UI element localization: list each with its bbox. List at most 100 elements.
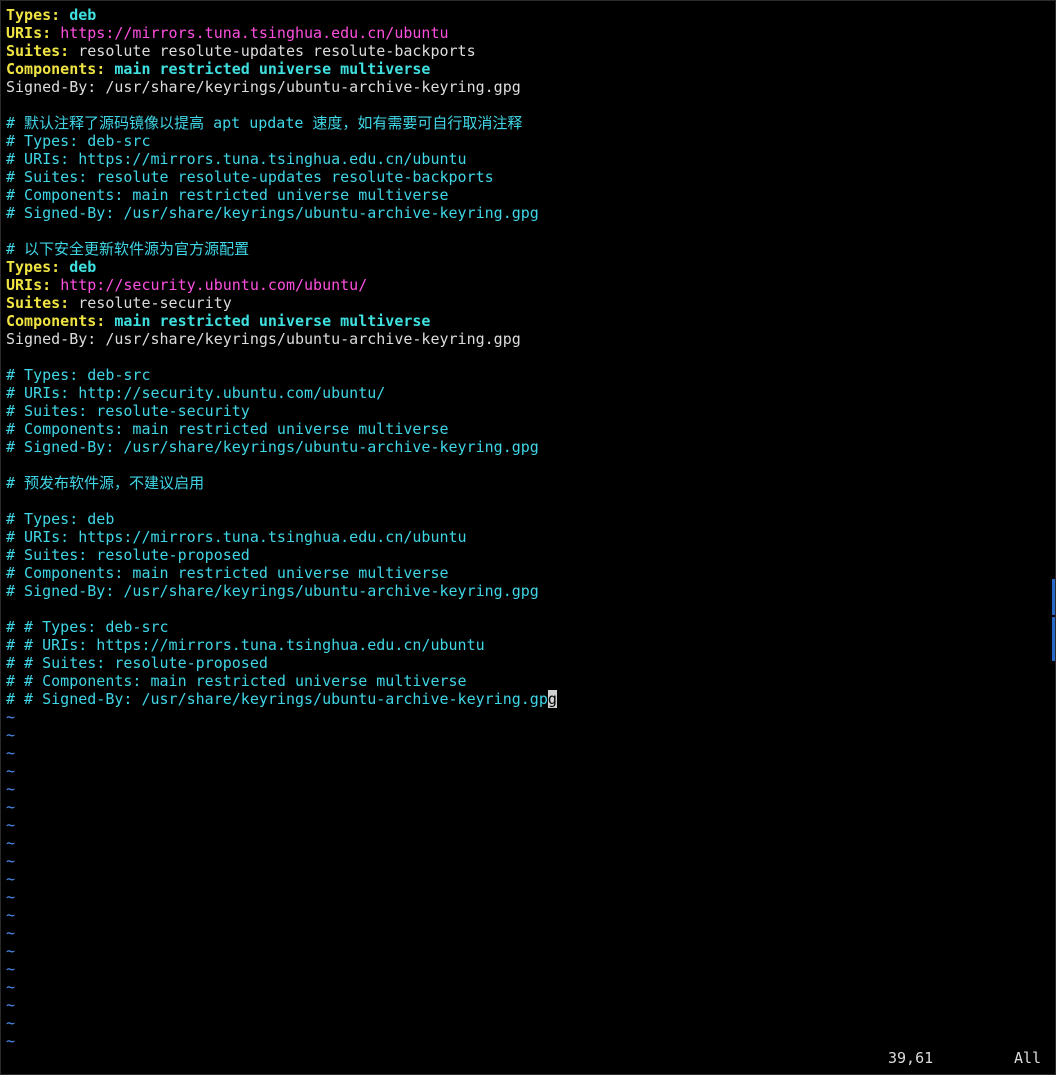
line-text: https://mirrors.tuna.tsinghua.edu.cn/ubu… xyxy=(60,24,449,42)
line-text: Types: xyxy=(6,6,61,24)
editor-line[interactable] xyxy=(6,456,1046,474)
empty-buffer-line: ~ xyxy=(6,762,1046,780)
editor-line[interactable]: # 预发布软件源，不建议启用 xyxy=(6,474,1046,492)
line-text: # # Signed-By: /usr/share/keyrings/ubunt… xyxy=(6,690,548,708)
line-text xyxy=(60,258,69,276)
line-text: # Types: deb xyxy=(6,510,115,528)
empty-buffer-line: ~ xyxy=(6,1032,1046,1046)
tilde-marker: ~ xyxy=(6,834,16,852)
line-text: # URIs: http://security.ubuntu.com/ubunt… xyxy=(6,384,386,402)
tilde-marker: ~ xyxy=(6,1014,16,1032)
line-text: URIs: xyxy=(6,276,52,294)
line-text: # URIs: https://mirrors.tuna.tsinghua.ed… xyxy=(6,150,467,168)
line-text: # # Types: deb-src xyxy=(6,618,169,636)
line-text: main restricted universe multiverse xyxy=(114,312,431,330)
line-text: # 预发布软件源，不建议启用 xyxy=(6,474,205,492)
tilde-marker: ~ xyxy=(6,852,16,870)
line-text xyxy=(105,60,114,78)
editor-line[interactable]: Components: main restricted universe mul… xyxy=(6,60,1046,78)
line-text: # # Suites: resolute-proposed xyxy=(6,654,268,672)
empty-buffer-line: ~ xyxy=(6,798,1046,816)
editor-line[interactable]: Suites: resolute resolute-updates resolu… xyxy=(6,42,1046,60)
empty-buffer-line: ~ xyxy=(6,996,1046,1014)
editor-line[interactable]: Types: deb xyxy=(6,258,1046,276)
editor-line[interactable]: # URIs: http://security.ubuntu.com/ubunt… xyxy=(6,384,1046,402)
tilde-marker: ~ xyxy=(6,798,16,816)
editor-line[interactable] xyxy=(6,348,1046,366)
line-text: # 以下安全更新软件源为官方源配置 xyxy=(6,240,250,258)
editor-line[interactable]: # Components: main restricted universe m… xyxy=(6,420,1046,438)
scroll-indicator: All xyxy=(1014,1049,1042,1067)
editor-line[interactable] xyxy=(6,96,1046,114)
tilde-marker: ~ xyxy=(6,744,16,762)
line-text: # Suites: resolute-proposed xyxy=(6,546,250,564)
editor-line[interactable]: # Suites: resolute-security xyxy=(6,402,1046,420)
editor-line[interactable]: # Signed-By: /usr/share/keyrings/ubuntu-… xyxy=(6,204,1046,222)
line-text: # Suites: resolute-security xyxy=(6,402,250,420)
empty-buffer-line: ~ xyxy=(6,852,1046,870)
tilde-marker: ~ xyxy=(6,978,16,996)
cursor-position: 39,61 xyxy=(888,1049,934,1067)
editor-line[interactable]: # # Types: deb-src xyxy=(6,618,1046,636)
editor-buffer[interactable]: Types: deb URIs: https://mirrors.tuna.tsi… xyxy=(6,6,1046,1046)
editor-line[interactable]: # Types: deb-src xyxy=(6,132,1046,150)
line-text: # Types: deb-src xyxy=(6,366,151,384)
editor-line[interactable]: # Types: deb xyxy=(6,510,1046,528)
status-line: 39,61 All xyxy=(6,1049,1046,1067)
line-text: # # URIs: https://mirrors.tuna.tsinghua.… xyxy=(6,636,485,654)
editor-line[interactable]: # Components: main restricted universe m… xyxy=(6,564,1046,582)
editor-line[interactable]: # Components: main restricted universe m… xyxy=(6,186,1046,204)
editor-line[interactable]: # Suites: resolute resolute-updates reso… xyxy=(6,168,1046,186)
line-text: # 默认注释了源码镜像以提高 apt update 速度，如有需要可自行取消注释 xyxy=(6,114,523,132)
tilde-marker: ~ xyxy=(6,960,16,978)
editor-line[interactable]: # Signed-By: /usr/share/keyrings/ubuntu-… xyxy=(6,582,1046,600)
editor-line[interactable]: # 以下安全更新软件源为官方源配置 xyxy=(6,240,1046,258)
empty-buffer-line: ~ xyxy=(6,1014,1046,1032)
line-text: # Signed-By: /usr/share/keyrings/ubuntu-… xyxy=(6,582,539,600)
empty-buffer-line: ~ xyxy=(6,834,1046,852)
editor-line[interactable]: # Signed-By: /usr/share/keyrings/ubuntu-… xyxy=(6,438,1046,456)
editor-line[interactable]: URIs: https://mirrors.tuna.tsinghua.edu.… xyxy=(6,24,1046,42)
editor-line[interactable]: # Suites: resolute-proposed xyxy=(6,546,1046,564)
editor-line[interactable]: # Types: deb-src xyxy=(6,366,1046,384)
editor-line[interactable]: # # Suites: resolute-proposed xyxy=(6,654,1046,672)
line-text: Components: xyxy=(6,60,106,78)
editor-line[interactable] xyxy=(6,492,1046,510)
editor-line[interactable]: URIs: http://security.ubuntu.com/ubuntu/ xyxy=(6,276,1046,294)
line-text: # URIs: https://mirrors.tuna.tsinghua.ed… xyxy=(6,528,467,546)
empty-buffer-line: ~ xyxy=(6,960,1046,978)
empty-buffer-line: ~ xyxy=(6,744,1046,762)
editor-line[interactable]: Components: main restricted universe mul… xyxy=(6,312,1046,330)
line-text: deb xyxy=(69,258,97,276)
editor-line[interactable]: Signed-By: /usr/share/keyrings/ubuntu-ar… xyxy=(6,330,1046,348)
empty-buffer-line: ~ xyxy=(6,780,1046,798)
line-text: Suites: xyxy=(6,294,70,312)
terminal-window[interactable]: Types: deb URIs: https://mirrors.tuna.tsi… xyxy=(0,0,1056,1075)
line-text: # Suites: resolute resolute-updates reso… xyxy=(6,168,494,186)
line-text: Signed-By: /usr/share/keyrings/ubuntu-ar… xyxy=(6,78,521,96)
editor-line[interactable]: Types: deb xyxy=(6,6,1046,24)
window-edge-highlight xyxy=(1052,617,1055,661)
tilde-marker: ~ xyxy=(6,780,16,798)
editor-line[interactable]: # 默认注释了源码镜像以提高 apt update 速度，如有需要可自行取消注释 xyxy=(6,114,1046,132)
editor-line[interactable]: Suites: resolute-security xyxy=(6,294,1046,312)
empty-buffer-line: ~ xyxy=(6,870,1046,888)
line-text: deb xyxy=(69,6,97,24)
empty-buffer-line: ~ xyxy=(6,942,1046,960)
line-text: # Components: main restricted universe m… xyxy=(6,564,449,582)
editor-line[interactable]: Signed-By: /usr/share/keyrings/ubuntu-ar… xyxy=(6,78,1046,96)
editor-line[interactable]: # URIs: https://mirrors.tuna.tsinghua.ed… xyxy=(6,150,1046,168)
editor-line[interactable]: # # Signed-By: /usr/share/keyrings/ubunt… xyxy=(6,690,1046,708)
editor-line[interactable]: # # Components: main restricted universe… xyxy=(6,672,1046,690)
text-cursor: g xyxy=(547,690,557,708)
editor-line[interactable] xyxy=(6,222,1046,240)
editor-line[interactable] xyxy=(6,600,1046,618)
line-text: Components: xyxy=(6,312,106,330)
editor-line[interactable]: # # URIs: https://mirrors.tuna.tsinghua.… xyxy=(6,636,1046,654)
tilde-marker: ~ xyxy=(6,726,16,744)
line-text xyxy=(105,312,114,330)
tilde-marker: ~ xyxy=(6,762,16,780)
editor-line[interactable]: # URIs: https://mirrors.tuna.tsinghua.ed… xyxy=(6,528,1046,546)
tilde-marker: ~ xyxy=(6,924,16,942)
line-text: main restricted universe multiverse xyxy=(114,60,431,78)
